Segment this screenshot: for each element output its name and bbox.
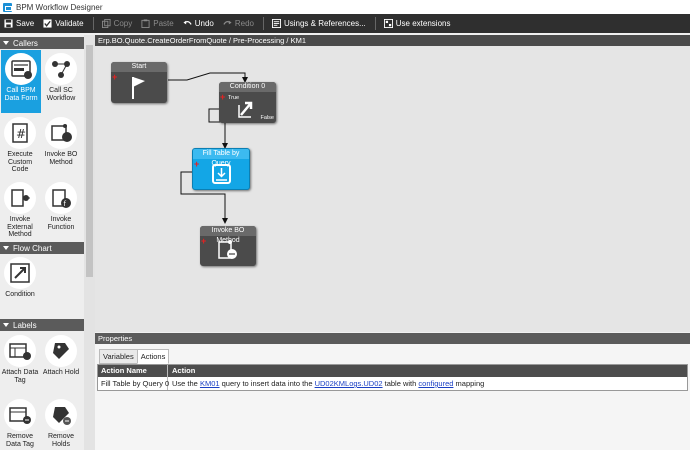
- tab-actions[interactable]: Actions: [136, 349, 170, 364]
- undo-button[interactable]: Undo: [183, 19, 214, 28]
- breadcrumb: Erp.BO.Quote.CreateOrderFromQuote / Pre-…: [95, 35, 690, 46]
- workflow-icon: [45, 53, 77, 85]
- condition-icon: [238, 101, 253, 118]
- tool-invoke-function[interactable]: f Invoke Function: [41, 182, 81, 231]
- connector-lines: [168, 72, 248, 224]
- tag-icon: [4, 335, 36, 367]
- function-icon: f: [45, 182, 77, 214]
- tool-execute-custom-code[interactable]: # Execute Custom Code: [0, 117, 40, 174]
- form-icon: [5, 53, 37, 85]
- save-button[interactable]: Save: [4, 19, 34, 28]
- properties-header: Properties: [95, 333, 690, 344]
- tool-call-bpm-data-form[interactable]: Call BPM Data Form: [1, 50, 41, 113]
- copy-button[interactable]: Copy: [101, 19, 132, 28]
- column-action-name[interactable]: Action Name: [98, 365, 168, 377]
- method-icon: [218, 240, 237, 259]
- tool-invoke-external-method[interactable]: Invoke External Method: [0, 182, 40, 239]
- app-icon: [3, 2, 12, 12]
- collapse-icon: [3, 41, 9, 45]
- copy-icon: [101, 19, 111, 28]
- checkbox-icon: [43, 19, 52, 28]
- tool-call-sc-workflow[interactable]: Call SC Workflow: [41, 53, 81, 102]
- save-icon: [4, 19, 13, 28]
- redo-icon: [223, 20, 232, 25]
- callers-section-header[interactable]: Callers: [0, 37, 84, 49]
- action-cell: Use the KM01 query to insert data into t…: [172, 379, 485, 388]
- toolbox-scrollbar[interactable]: [84, 35, 95, 450]
- table-header: Action Name Action: [98, 365, 687, 377]
- external-icon: [4, 182, 36, 214]
- condition-icon: [4, 257, 36, 289]
- tool-attach-data-tag[interactable]: Attach Data Tag: [0, 335, 40, 384]
- query-link[interactable]: KM01: [200, 379, 220, 388]
- tool-invoke-bo-method[interactable]: Invoke BO Method: [41, 117, 81, 166]
- scrollbar-thumb[interactable]: [86, 45, 93, 277]
- tool-attach-hold[interactable]: Attach Hold: [41, 335, 81, 377]
- hold-icon: [45, 335, 77, 367]
- invoke-bo-method-node[interactable]: Invoke BO Method +: [200, 226, 256, 266]
- validate-button[interactable]: Validate: [43, 19, 84, 28]
- start-node[interactable]: Start +: [111, 62, 167, 103]
- method-icon: [45, 117, 77, 149]
- remove-hold-icon: [45, 399, 77, 431]
- column-action[interactable]: Action: [168, 365, 687, 377]
- collapse-icon: [3, 323, 9, 327]
- toolbar-separator: [262, 17, 264, 30]
- action-name-cell: Fill Table by Query 0: [98, 377, 169, 390]
- mapping-link[interactable]: configured: [418, 379, 453, 388]
- table-link[interactable]: UD02KMLogs.UD02: [315, 379, 383, 388]
- code-icon: #: [4, 117, 36, 149]
- collapse-icon: [3, 246, 9, 250]
- extensions-icon: [383, 19, 393, 28]
- properties-panel: Variables Actions Action Name Action Fil…: [95, 344, 690, 450]
- fill-table-by-query-node[interactable]: Fill Table by Query +: [192, 148, 250, 190]
- toolbox-panel: Callers Call BPM Data Form Call SC Workf…: [0, 35, 84, 450]
- workflow-canvas[interactable]: Start + Condition 0 + True False Fill Ta…: [95, 46, 690, 332]
- actions-table: Action Name Action Fill Table by Query 0…: [97, 364, 688, 391]
- flowchart-section-header[interactable]: Flow Chart: [0, 242, 84, 254]
- redo-button[interactable]: Redo: [223, 19, 254, 28]
- tab-variables[interactable]: Variables: [99, 349, 138, 364]
- use-extensions-button[interactable]: Use extensions: [383, 19, 450, 28]
- window-titlebar: BPM Workflow Designer: [0, 0, 690, 14]
- flag-icon: [132, 77, 145, 99]
- table-row[interactable]: Fill Table by Query 0 Use the KM01 query…: [98, 377, 687, 390]
- labels-section-header[interactable]: Labels: [0, 319, 84, 331]
- paste-icon: [141, 19, 150, 28]
- svg-text:#: #: [16, 127, 26, 141]
- toolbar-separator: [374, 17, 376, 30]
- undo-icon: [183, 20, 192, 25]
- window-title: BPM Workflow Designer: [16, 2, 103, 12]
- remove-tag-icon: [4, 399, 36, 431]
- main-toolbar: Save Validate Copy Paste Undo Redo Using…: [0, 14, 690, 33]
- tool-remove-data-tag[interactable]: Remove Data Tag: [0, 399, 40, 448]
- tool-remove-holds[interactable]: Remove Holds: [41, 399, 81, 448]
- table-query-icon: [212, 164, 231, 184]
- toolbar-separator: [92, 17, 94, 30]
- properties-tabs: Variables Actions: [99, 349, 170, 364]
- tool-condition[interactable]: Condition: [0, 257, 40, 299]
- usings-references-button[interactable]: Usings & References...: [271, 19, 366, 28]
- condition-node[interactable]: Condition 0 + True False: [219, 82, 276, 123]
- references-icon: [271, 19, 281, 28]
- paste-button[interactable]: Paste: [141, 19, 174, 28]
